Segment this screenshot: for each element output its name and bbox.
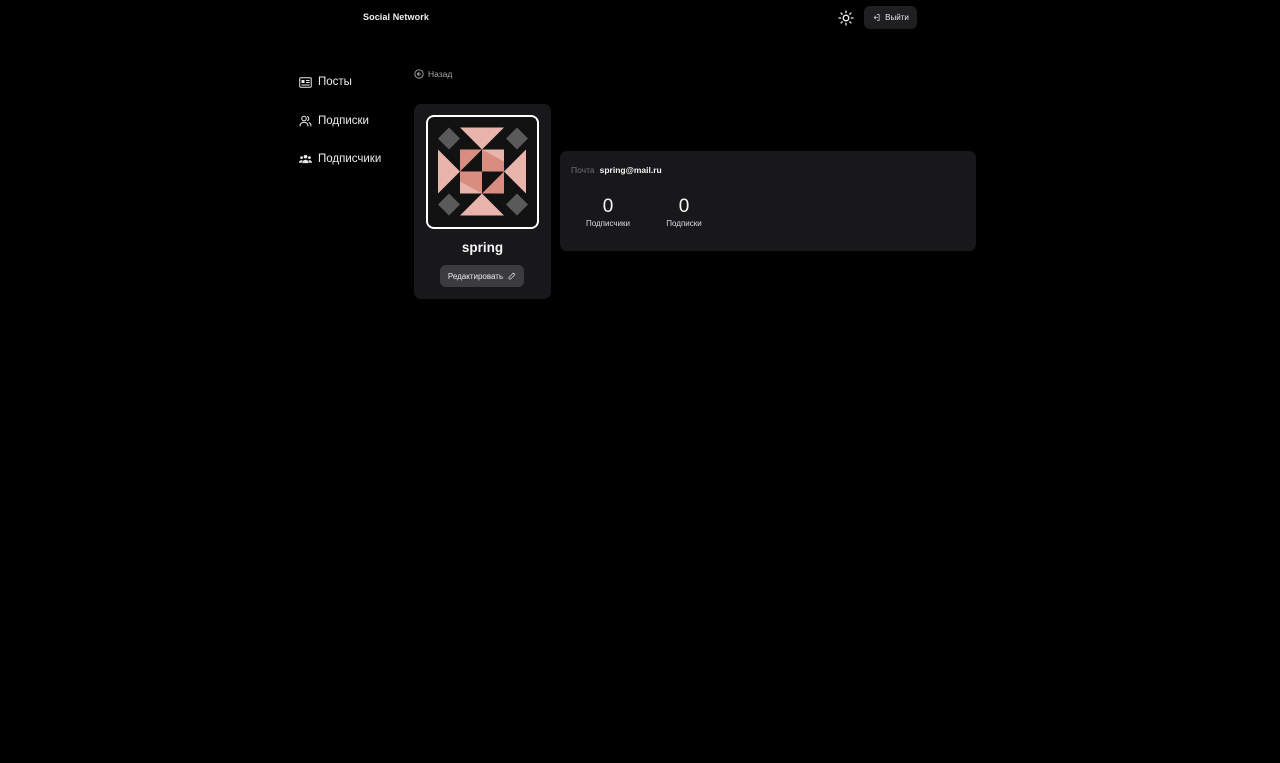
theme-toggle-button[interactable]: [836, 8, 856, 28]
avatar-pattern-image: [428, 117, 536, 226]
following-label: Подписки: [666, 219, 702, 228]
avatar: [426, 115, 539, 229]
sidebar-item-following[interactable]: Подписки: [299, 111, 381, 131]
app-root: Social Network Выйти Посты Подписки Подп…: [0, 0, 1280, 763]
email-value: spring@mail.ru: [599, 165, 662, 175]
users-outline-icon: [299, 114, 312, 127]
back-link[interactable]: Назад: [414, 69, 452, 79]
sidebar-item-posts[interactable]: Посты: [299, 72, 381, 92]
followers-label: Подписчики: [585, 219, 630, 228]
logout-icon: [873, 14, 880, 21]
arrow-left-circle-icon: [414, 69, 424, 79]
sun-icon: [838, 10, 854, 26]
sidebar-item-label: Подписчики: [318, 153, 382, 165]
logout-label: Выйти: [885, 13, 909, 22]
logout-button[interactable]: Выйти: [864, 6, 917, 29]
back-label: Назад: [428, 69, 453, 79]
profile-info-card: Почта spring@mail.ru 0 Подписчики 0 Подп…: [560, 151, 976, 251]
users-solid-icon: [299, 153, 312, 166]
email-row: Почта spring@mail.ru: [571, 165, 662, 175]
email-label: Почта: [571, 165, 595, 175]
newspaper-icon: [299, 76, 312, 89]
sidebar-nav: Посты Подписки Подписчики: [299, 72, 381, 188]
pencil-icon: [508, 272, 516, 280]
sidebar-item-followers[interactable]: Подписчики: [299, 149, 381, 169]
profile-card: spring Редактировать: [414, 104, 551, 299]
sidebar-item-label: Подписки: [318, 114, 369, 127]
followers-stat: 0 Подписчики: [580, 195, 636, 228]
sidebar-item-label: Посты: [318, 76, 352, 88]
following-stat: 0 Подписки: [656, 195, 712, 228]
edit-profile-button[interactable]: Редактировать: [440, 265, 524, 287]
edit-label: Редактировать: [447, 271, 504, 281]
profile-username: spring: [461, 240, 504, 255]
followers-count: 0: [602, 196, 614, 217]
brand-logo[interactable]: Social Network: [363, 12, 429, 22]
following-count: 0: [678, 196, 690, 217]
